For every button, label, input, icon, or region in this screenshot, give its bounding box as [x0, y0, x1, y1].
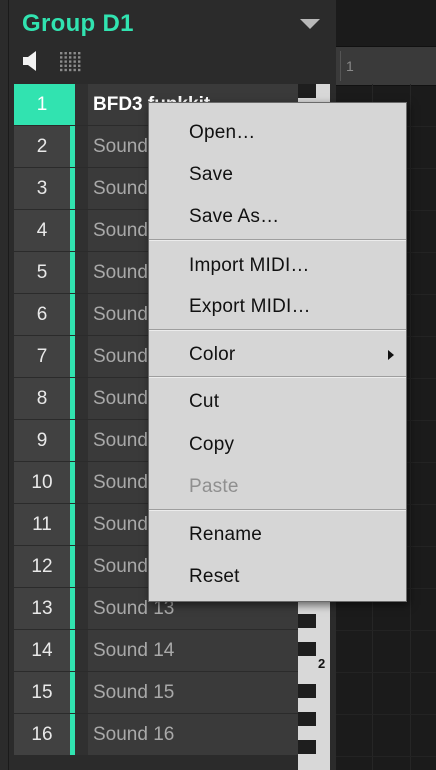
- black-key[interactable]: [298, 614, 316, 628]
- sound-slot-gap: [75, 546, 88, 587]
- context-menu: Open… Save Save As… Import MIDI… Export …: [148, 102, 407, 602]
- grid-line: [336, 630, 436, 631]
- sound-slot-gap: [75, 126, 88, 167]
- menu-item-color-label: Color: [189, 344, 236, 365]
- black-key[interactable]: [298, 84, 316, 98]
- group-title[interactable]: Group D1: [22, 10, 134, 38]
- menu-item-rename[interactable]: Rename: [149, 518, 406, 552]
- grid-line: [336, 756, 436, 757]
- grid-line: [336, 672, 436, 673]
- sound-slot-gap: [75, 420, 88, 461]
- sound-slot-gap: [75, 504, 88, 545]
- sound-slot-gap: [75, 462, 88, 503]
- menu-item-export-midi[interactable]: Export MIDI…: [149, 290, 406, 324]
- sound-slot-number: 6: [14, 294, 70, 335]
- ruler-bar-label: 1: [346, 58, 354, 74]
- sound-slot-number: 5: [14, 252, 70, 293]
- black-key[interactable]: [298, 642, 316, 656]
- grid-icon[interactable]: [58, 51, 82, 73]
- grid-line: [410, 84, 411, 770]
- sound-slot-gap: [75, 294, 88, 335]
- octave-label: 2: [318, 656, 326, 671]
- sound-slot[interactable]: 14 Sound 14: [14, 630, 298, 671]
- sound-slot[interactable]: 16 Sound 16: [14, 714, 298, 755]
- menu-separator: [149, 329, 406, 331]
- menu-item-color[interactable]: Color: [149, 338, 406, 372]
- sound-slot-gap: [75, 378, 88, 419]
- menu-item-reset[interactable]: Reset: [149, 560, 406, 594]
- sound-slot-gap: [75, 252, 88, 293]
- menu-item-cut[interactable]: Cut: [149, 385, 406, 419]
- sound-slot-name: Sound 15: [93, 682, 175, 703]
- menu-item-copy[interactable]: Copy: [149, 428, 406, 462]
- chevron-down-icon[interactable]: [298, 16, 322, 32]
- sound-slot-gap: [75, 630, 88, 671]
- sound-slot-gap: [75, 336, 88, 377]
- black-key[interactable]: [298, 740, 316, 754]
- menu-item-save[interactable]: Save: [149, 158, 406, 192]
- sound-slot-gap: [75, 714, 88, 755]
- sound-slot-gap: [75, 168, 88, 209]
- black-key[interactable]: [298, 712, 316, 726]
- sound-slot[interactable]: 15 Sound 15: [14, 672, 298, 713]
- menu-separator: [149, 509, 406, 511]
- sound-slot-number: 2: [14, 126, 70, 167]
- speaker-icon[interactable]: [22, 50, 42, 72]
- menu-item-import-midi[interactable]: Import MIDI…: [149, 249, 406, 283]
- menu-item-open[interactable]: Open…: [149, 116, 406, 150]
- sound-slot-number: 13: [14, 588, 70, 629]
- sound-slot-number: 3: [14, 168, 70, 209]
- sound-slot-name: Sound 14: [93, 640, 175, 661]
- sound-slot-number: 8: [14, 378, 70, 419]
- chevron-right-icon: [388, 350, 394, 360]
- sound-slot-number: 10: [14, 462, 70, 503]
- sound-slot-number: 1: [14, 84, 70, 125]
- menu-item-save-as[interactable]: Save As…: [149, 200, 406, 234]
- sound-slot-number: 15: [14, 672, 70, 713]
- menu-separator: [149, 239, 406, 241]
- sound-slot-number: 16: [14, 714, 70, 755]
- sound-slot-gap: [75, 210, 88, 251]
- black-key[interactable]: [298, 684, 316, 698]
- sound-slot-number: 12: [14, 546, 70, 587]
- sound-slot-number: 11: [14, 504, 70, 545]
- sound-slot-gap: [75, 672, 88, 713]
- grid-line: [336, 714, 436, 715]
- menu-item-paste: Paste: [189, 476, 239, 497]
- sound-slot-number: 7: [14, 336, 70, 377]
- ruler-tick: [340, 51, 341, 81]
- sound-slot-number: 9: [14, 420, 70, 461]
- sound-slot-number: 4: [14, 210, 70, 251]
- sound-slot-name: Sound 16: [93, 724, 175, 745]
- sound-slot-gap: [75, 84, 88, 125]
- menu-separator: [149, 376, 406, 378]
- timeline-ruler[interactable]: 1: [336, 46, 436, 86]
- panel-divider: [8, 0, 9, 770]
- sound-slot-gap: [75, 588, 88, 629]
- sound-slot-number: 14: [14, 630, 70, 671]
